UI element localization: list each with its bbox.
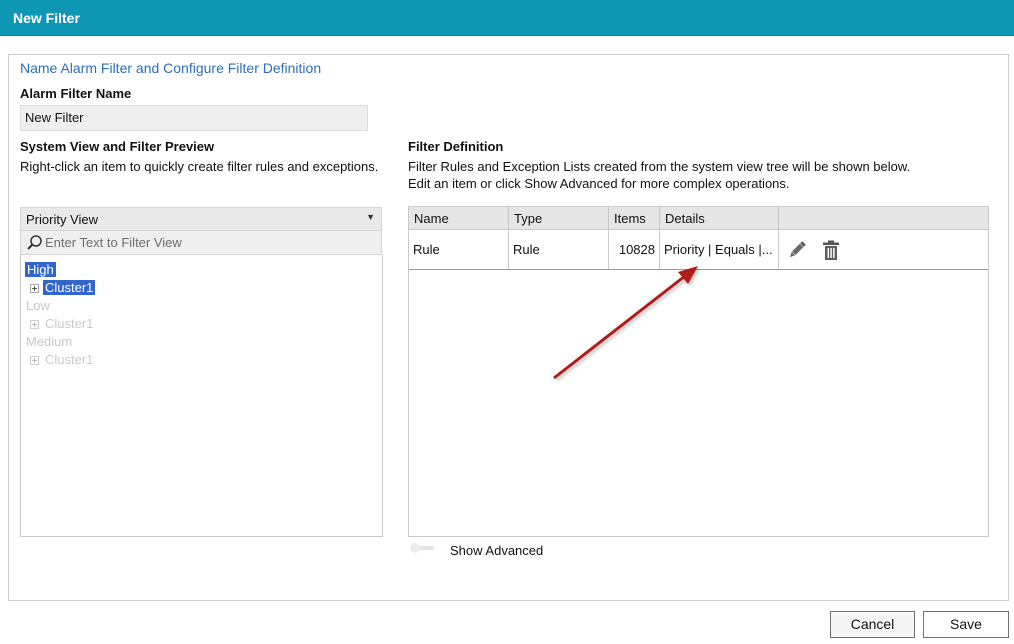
cell-details: Priority | Equals |... <box>660 230 779 269</box>
alarm-filter-name-input[interactable]: New Filter <box>20 105 368 131</box>
trash-icon[interactable] <box>820 239 842 261</box>
window-title: New Filter <box>13 10 80 26</box>
tree-node-medium[interactable]: Medium <box>26 333 72 351</box>
system-view-tree[interactable]: High Cluster1 Low Cluster1 Medium Cluste… <box>20 255 383 537</box>
tree-node-high[interactable]: High <box>25 261 56 279</box>
column-header-items[interactable]: Items <box>609 207 660 230</box>
tree-node-label: Medium <box>26 334 73 349</box>
system-view-hint: Right-click an item to quickly create fi… <box>20 159 379 174</box>
alarm-filter-name-label: Alarm Filter Name <box>20 86 132 101</box>
cell-name: Rule <box>409 230 509 269</box>
cell-type: Rule <box>509 230 609 269</box>
chevron-down-icon: ▼ <box>366 212 375 222</box>
cell-items: 10828 <box>609 230 660 269</box>
filter-definition-hint-2: Edit an item or click Show Advanced for … <box>408 176 790 191</box>
expand-icon[interactable] <box>30 284 39 293</box>
tree-node-cluster1-high[interactable]: Cluster1 <box>43 279 96 297</box>
column-header-details[interactable]: Details <box>660 207 779 230</box>
expand-icon[interactable] <box>30 320 39 329</box>
system-view-title: System View and Filter Preview <box>20 139 215 154</box>
table-row[interactable]: Rule Rule 10828 Priority | Equals |... <box>409 230 988 270</box>
pencil-icon[interactable] <box>786 239 808 261</box>
column-header-type[interactable]: Type <box>509 207 609 230</box>
table-header: Name Type Items Details <box>409 207 988 230</box>
tree-node-cluster1-medium[interactable]: Cluster1 <box>45 351 93 369</box>
form-heading: Name Alarm Filter and Configure Filter D… <box>20 60 322 76</box>
save-button[interactable]: Save <box>923 611 1009 638</box>
view-select-value: Priority View <box>26 212 99 227</box>
filter-view-input[interactable] <box>43 232 373 252</box>
column-header-actions <box>779 207 988 230</box>
show-advanced-label[interactable]: Show Advanced <box>450 543 543 558</box>
search-icon <box>27 235 42 250</box>
filter-definition-hint-1: Filter Rules and Exception Lists created… <box>408 159 911 174</box>
tree-node-label: Cluster1 <box>45 352 94 367</box>
cell-actions <box>779 230 988 269</box>
filter-definition-table: Name Type Items Details Rule Rule 10828 … <box>408 206 989 537</box>
toggle-knob <box>410 543 420 553</box>
view-select-dropdown[interactable]: Priority View ▼ <box>20 207 382 231</box>
tree-node-label: Low <box>26 298 50 313</box>
tree-node-low[interactable]: Low <box>26 297 50 315</box>
filter-view-bar <box>20 231 382 255</box>
title-bar: New Filter <box>0 0 1014 36</box>
filter-definition-title: Filter Definition <box>408 139 504 154</box>
expand-icon[interactable] <box>30 356 39 365</box>
tree-node-label: High <box>25 262 56 277</box>
show-advanced-toggle[interactable] <box>410 543 436 553</box>
tree-node-label: Cluster1 <box>43 280 96 295</box>
tree-node-cluster1-low[interactable]: Cluster1 <box>45 315 93 333</box>
cancel-button[interactable]: Cancel <box>830 611 915 638</box>
column-header-name[interactable]: Name <box>409 207 509 230</box>
tree-node-label: Cluster1 <box>45 316 94 331</box>
